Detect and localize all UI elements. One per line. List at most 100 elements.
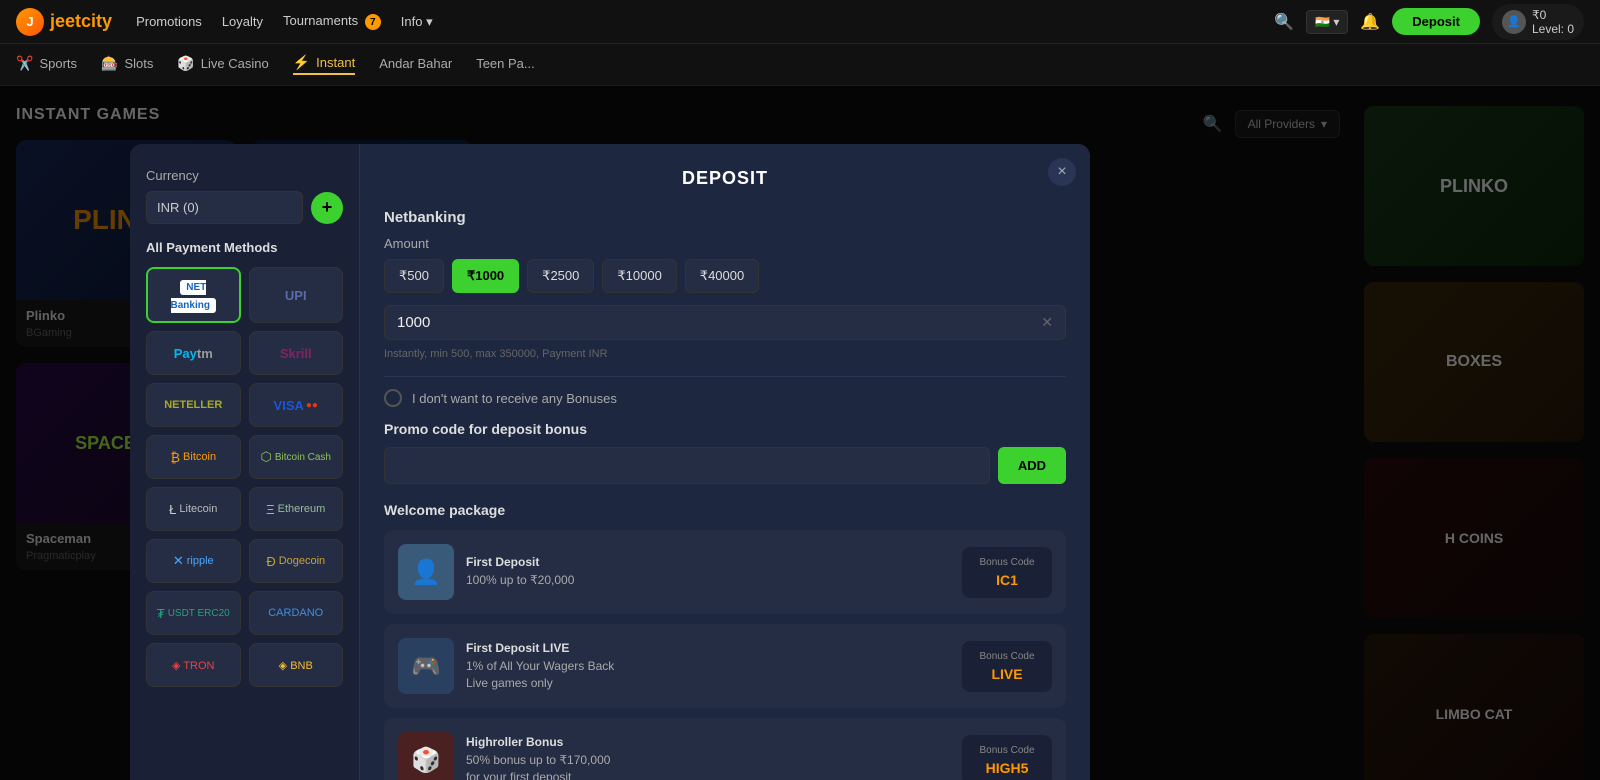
bonus-name: First Deposit LIVE [466,641,950,655]
payment-paytm[interactable]: Paytm [146,331,241,375]
no-bonus-radio[interactable] [384,389,402,407]
slots-icon: 🎰 [101,55,118,72]
payment-methods-grid: NETBanking UPI Paytm Skrill NETELLER VIS… [146,267,343,687]
logo-icon: J [16,8,44,36]
amount-input-row: 1000 ✕ [384,305,1066,340]
user-info[interactable]: 👤 ₹0 Level: 0 [1492,4,1584,40]
clear-amount-icon[interactable]: ✕ [1041,314,1053,331]
bonus-desc: 100% up to ₹20,000 [466,572,950,589]
currency-label: Currency [146,168,343,183]
payment-bnb[interactable]: ◈ BNB [249,643,344,687]
flag-selector[interactable]: 🇮🇳 ▾ [1306,10,1348,34]
cat-instant[interactable]: ⚡ Instant [293,54,355,75]
bonus-code-box: Bonus Code HIGH5 [962,735,1052,780]
promo-code-input[interactable] [384,447,990,484]
payment-methods-title: All Payment Methods [146,240,343,255]
user-level: Level: 0 [1532,22,1574,36]
no-bonus-row: I don't want to receive any Bonuses [384,389,1066,407]
payment-dogecoin[interactable]: Ð Dogecoin [249,539,344,583]
payment-neteller[interactable]: NETELLER [146,383,241,427]
bonus-code-value: LIVE [976,666,1038,682]
bonus-name: First Deposit [466,555,950,569]
no-bonus-label: I don't want to receive any Bonuses [412,391,617,406]
cat-live-casino[interactable]: 🎲 Live Casino [177,55,268,74]
promo-label: Promo code for deposit bonus [384,421,1066,437]
amount-label: Amount [384,236,1066,251]
add-promo-button[interactable]: ADD [998,447,1066,484]
deposit-modal: Currency INR (0) + All Payment Methods N… [130,144,1090,780]
bonus-code-label: Bonus Code [976,557,1038,568]
promo-row: ADD [384,447,1066,484]
nav-info[interactable]: Info ▾ [401,14,433,30]
bonus-name: Highroller Bonus [466,735,950,749]
payment-ethereum[interactable]: Ξ Ethereum [249,487,344,531]
currency-display: INR (0) [146,191,303,224]
user-avatar: 👤 [1502,10,1526,34]
amount-hint: Instantly, min 500, max 350000, Payment … [384,348,1066,360]
live-casino-icon: 🎲 [177,55,194,72]
payment-bitcoincash[interactable]: ⬡ Bitcoin Cash [249,435,344,479]
add-currency-button[interactable]: + [311,192,343,224]
sports-icon: ✂️ [16,55,33,72]
preset-amounts: ₹500 ₹1000 ₹2500 ₹10000 ₹40000 [384,259,1066,293]
logo[interactable]: J jeetcity [16,8,112,36]
bonus-desc: 50% bonus up to ₹170,000 for your first … [466,752,950,780]
bonus-live-deposit: 🎮 First Deposit LIVE 1% of All Your Wage… [384,624,1066,708]
bonus-code-box: Bonus Code LIVE [962,641,1052,692]
close-modal-button[interactable]: × [1048,158,1076,186]
notification-bell-icon[interactable]: 🔔 [1360,12,1380,32]
preset-1000[interactable]: ₹1000 [452,259,519,293]
bonus-highroller: 🎲 Highroller Bonus 50% bonus up to ₹170,… [384,718,1066,780]
search-icon[interactable]: 🔍 [1274,12,1294,32]
top-nav: J jeetcity Promotions Loyalty Tournament… [0,0,1600,44]
payment-bitcoin[interactable]: ₿ Bitcoin [146,435,241,479]
preset-10000[interactable]: ₹10000 [602,259,676,293]
logo-text: jeetcity [50,11,112,32]
payment-cardano[interactable]: CARDANO [249,591,344,635]
deposit-form-panel: DEPOSIT × Netbanking Amount ₹500 ₹1000 ₹… [360,144,1090,780]
nav-links: Promotions Loyalty Tournaments 7 Info ▾ [136,13,1274,31]
nav-tournaments[interactable]: Tournaments 7 [283,13,381,31]
payment-litecoin[interactable]: Ł Litecoin [146,487,241,531]
bonus-code-value: IC1 [976,572,1038,588]
cat-andar-bahar[interactable]: Andar Bahar [379,56,452,73]
payment-netbanking[interactable]: NETBanking [146,267,241,323]
payment-methods-panel: Currency INR (0) + All Payment Methods N… [130,144,360,780]
deposit-button[interactable]: Deposit [1392,8,1480,35]
payment-upi[interactable]: UPI [249,267,344,323]
bonus-image: 🎲 [398,732,454,780]
bonus-code-box: Bonus Code IC1 [962,547,1052,598]
bonus-desc: 1% of All Your Wagers Back Live games on… [466,658,950,692]
instant-icon: ⚡ [293,54,310,71]
modal-title: DEPOSIT [384,168,1066,189]
payment-visa[interactable]: VISA ●● [249,383,344,427]
preset-500[interactable]: ₹500 [384,259,444,293]
preset-40000[interactable]: ₹40000 [685,259,759,293]
cat-teen-patti[interactable]: Teen Pa... [476,56,535,73]
nav-right: 🔍 🇮🇳 ▾ 🔔 Deposit 👤 ₹0 Level: 0 [1274,4,1584,40]
welcome-package-title: Welcome package [384,502,1066,518]
preset-2500[interactable]: ₹2500 [527,259,594,293]
amount-value[interactable]: 1000 [397,314,1041,331]
tournament-badge: 7 [365,14,381,30]
bonus-code-label: Bonus Code [976,651,1038,662]
selected-payment-label: Netbanking [384,209,1066,226]
bonus-code-value: HIGH5 [976,760,1038,776]
nav-promotions[interactable]: Promotions [136,14,202,29]
cat-sports[interactable]: ✂️ Sports [16,55,77,74]
payment-skrill[interactable]: Skrill [249,331,344,375]
payment-tron[interactable]: ◈ TRON [146,643,241,687]
payment-ripple[interactable]: ✕ ripple [146,539,241,583]
bonus-code-label: Bonus Code [976,745,1038,756]
nav-loyalty[interactable]: Loyalty [222,14,263,29]
bonus-image: 👤 [398,544,454,600]
user-balance: ₹0 [1532,8,1574,22]
bonus-first-deposit: 👤 First Deposit 100% up to ₹20,000 Bonus… [384,530,1066,614]
main-content: INSTANT GAMES 🔍 All Providers ▾ PLINKO P… [0,86,1600,780]
cat-slots[interactable]: 🎰 Slots [101,55,153,74]
payment-usdt[interactable]: ₮ USDT ERC20 [146,591,241,635]
bonus-image: 🎮 [398,638,454,694]
category-nav: ✂️ Sports 🎰 Slots 🎲 Live Casino ⚡ Instan… [0,44,1600,86]
currency-row: INR (0) + [146,191,343,224]
divider [384,376,1066,377]
